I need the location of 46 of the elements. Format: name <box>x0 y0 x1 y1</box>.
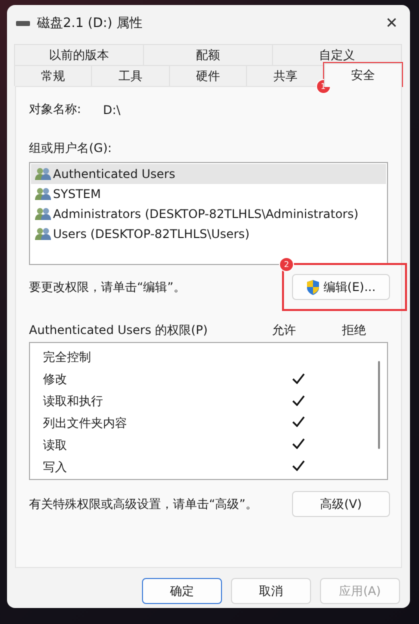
user-name: Administrators (DESKTOP-82TLHLS\Administrators) <box>53 207 358 221</box>
advanced-button[interactable]: 高级(V) <box>292 491 390 517</box>
dialog-button[interactable]: 确定 <box>142 578 222 604</box>
permission-row[interactable]: 读取和执行 <box>31 390 386 412</box>
user-list-item[interactable]: SYSTEM <box>31 184 386 204</box>
object-name-label: 对象名称: <box>29 101 82 118</box>
user-list-item[interactable]: Administrators (DESKTOP-82TLHLS\Administrators) <box>31 204 386 224</box>
edit-button[interactable]: 编辑(E)... <box>292 274 390 300</box>
user-name: Authenticated Users <box>53 167 176 181</box>
permission-row[interactable]: 修改 <box>31 368 386 391</box>
permission-row[interactable]: 写入 <box>31 456 386 478</box>
user-group-icon <box>35 187 51 201</box>
column-header: 拒绝 <box>342 322 366 339</box>
shield-icon <box>306 280 320 294</box>
permission-name: 修改 <box>43 371 68 388</box>
permission-name: 写入 <box>43 458 68 476</box>
step-badge: 2 <box>279 257 294 272</box>
user-group-icon <box>35 167 51 181</box>
window-title: 磁盘2.1 (D:) 属性 <box>37 15 144 32</box>
permission-name: 列出文件夹内容 <box>43 414 128 432</box>
permission-row[interactable]: 读取 <box>31 434 386 456</box>
object-name-value: D:\ <box>103 102 120 116</box>
user-list-item[interactable]: Users (DESKTOP-82TLHLS\Users) <box>31 224 386 244</box>
column-header: 允许 <box>272 322 296 339</box>
permission-name: 完全控制 <box>43 349 92 366</box>
tab[interactable]: 以前的版本 <box>14 44 144 65</box>
close-button[interactable]: ✕ <box>381 14 402 32</box>
permissions-label: Authenticated Users 的权限(P) <box>29 322 209 339</box>
dialog-button[interactable]: 取消 <box>231 578 311 604</box>
user-group-icon <box>35 227 51 241</box>
advanced-hint: 有关特殊权限或高级设置，请单击“高级”。 <box>29 496 258 512</box>
permission-name: 读取和执行 <box>43 393 104 410</box>
permission-row[interactable]: 列出文件夹内容 <box>31 412 386 434</box>
groups-label: 组或用户名(G): <box>29 140 113 157</box>
tab[interactable]: 自定义 <box>272 44 402 65</box>
user-list-item[interactable]: Authenticated Users <box>31 164 386 184</box>
permission-name: 读取 <box>43 436 68 454</box>
tab[interactable]: 安全 <box>324 63 402 87</box>
tab[interactable]: 常规 <box>14 65 92 86</box>
permission-row[interactable]: 完全控制 <box>31 347 386 369</box>
edit-hint: 要更改权限，请单击“编辑”。 <box>29 278 186 296</box>
user-group-icon <box>35 207 51 221</box>
scrollbar[interactable] <box>378 361 380 449</box>
user-name: SYSTEM <box>53 187 101 201</box>
drive-icon <box>16 20 30 26</box>
user-name: Users (DESKTOP-82TLHLS\Users) <box>53 227 250 241</box>
